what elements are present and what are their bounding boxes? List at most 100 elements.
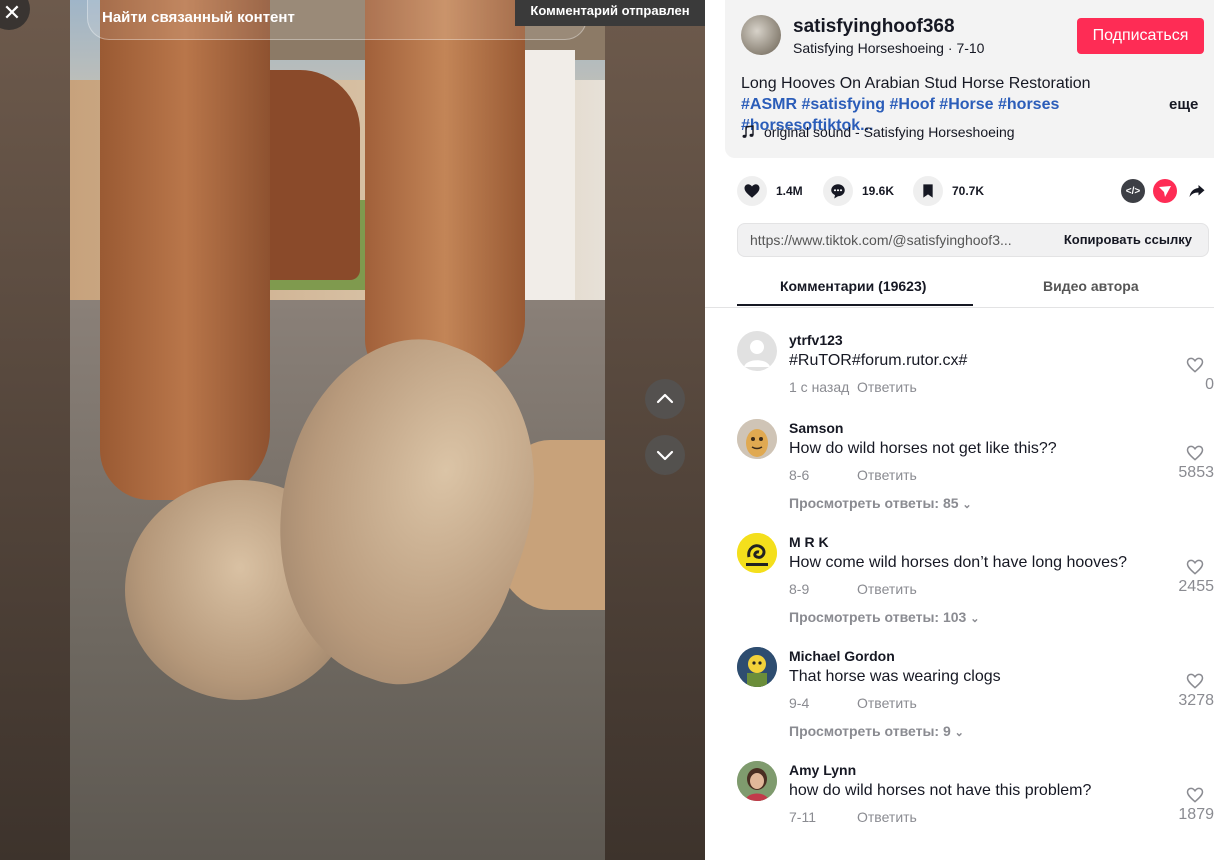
video-player[interactable]: Найти связанный контент ✕ Комментарий от…	[0, 0, 705, 860]
comment-text: #RuTOR#forum.rutor.cx#	[789, 352, 968, 369]
author-username[interactable]: satisfyinghoof368	[793, 16, 955, 38]
favorite-button[interactable]: 70.7K	[913, 176, 984, 206]
avatar[interactable]	[737, 419, 777, 459]
comment-date: 8-9	[789, 581, 810, 597]
video-url[interactable]: https://www.tiktok.com/@satisfyinghoof3.…	[750, 232, 1012, 248]
next-video-button[interactable]	[645, 435, 685, 475]
side-panel: satisfyinghoof368 Satisfying Horseshoein…	[705, 0, 1214, 860]
comment-date: 1 с назад	[789, 379, 850, 395]
favorite-count: 70.7K	[952, 184, 985, 198]
related-search-placeholder: Найти связанный контент	[102, 9, 295, 26]
comment-date: 7-11	[789, 809, 816, 825]
close-icon: ✕	[2, 0, 22, 25]
related-search-input[interactable]: Найти связанный контент	[87, 0, 587, 40]
view-replies-label: Просмотреть ответы: 103	[789, 609, 967, 625]
tab-author-videos[interactable]: Видео автора	[1043, 278, 1139, 294]
send-to-friend-button[interactable]	[1153, 179, 1177, 203]
comment-tabs: Комментарии (19623) Видео автора	[705, 266, 1214, 308]
copy-link-box: https://www.tiktok.com/@satisfyinghoof3.…	[737, 223, 1209, 257]
avatar[interactable]	[737, 533, 777, 573]
comment-button[interactable]: 19.6K	[823, 176, 894, 206]
music-note-icon	[742, 125, 754, 138]
sound-name: original sound - Satisfying Horseshoeing	[764, 124, 1015, 140]
reply-button[interactable]: Ответить	[857, 379, 917, 395]
video-horse-leg-left	[100, 0, 270, 500]
author-meta: Satisfying Horseshoeing · 7-10	[793, 40, 984, 56]
view-replies-button[interactable]: Просмотреть ответы: 85 ⌄	[789, 495, 972, 511]
hashtag-link[interactable]: #satisfying	[801, 96, 885, 113]
chevron-down-icon	[656, 450, 674, 461]
hashtag-link[interactable]: #ASMR	[741, 96, 797, 113]
heart-outline-icon[interactable]	[1185, 671, 1205, 691]
like-count: 1.4M	[776, 184, 803, 198]
more-button[interactable]: еще	[1169, 96, 1198, 113]
tab-comments[interactable]: Комментарии (19623)	[780, 278, 926, 294]
paper-plane-icon	[1159, 186, 1171, 197]
code-icon: </>	[1125, 185, 1141, 197]
view-replies-label: Просмотреть ответы: 9	[789, 723, 951, 739]
author-avatar[interactable]	[741, 15, 781, 55]
comment-like-count: 3278	[1178, 692, 1214, 709]
copy-link-button[interactable]: Копировать ссылку	[1064, 232, 1192, 247]
sound-link[interactable]: original sound - Satisfying Horseshoeing	[741, 124, 1015, 140]
hashtag-link[interactable]: #Hoof	[890, 96, 935, 113]
reply-button[interactable]: Ответить	[857, 467, 917, 483]
chevron-down-icon: ⌄	[970, 613, 980, 625]
comment-date: 8-6	[789, 467, 810, 483]
comment-text: How come wild horses don’t have long hoo…	[789, 554, 1127, 571]
comment-item: Amy Lynn how do wild horses not have thi…	[705, 761, 1214, 860]
avatar[interactable]	[737, 761, 777, 801]
reply-button[interactable]: Ответить	[857, 809, 917, 825]
comment-date: 9-4	[789, 695, 810, 711]
close-button[interactable]: ✕	[0, 0, 30, 30]
like-button[interactable]: 1.4M	[737, 176, 803, 206]
follow-button[interactable]: Подписаться	[1077, 18, 1204, 54]
previous-video-button[interactable]	[645, 379, 685, 419]
chevron-down-icon: ⌄	[954, 727, 964, 739]
heart-outline-icon[interactable]	[1185, 557, 1205, 577]
active-tab-indicator	[737, 304, 973, 306]
comment-like-count: 1879	[1178, 806, 1214, 823]
view-replies-button[interactable]: Просмотреть ответы: 103 ⌄	[789, 609, 979, 625]
chevron-down-icon: ⌄	[962, 499, 972, 511]
comment-username[interactable]: Michael Gordon	[789, 648, 895, 664]
bookmark-icon	[913, 176, 943, 206]
description-text: Long Hooves On Arabian Stud Horse Restor…	[741, 75, 1091, 92]
chevron-up-icon	[656, 393, 674, 404]
comment-text: How do wild horses not get like this??	[789, 440, 1057, 457]
comment-icon	[823, 176, 853, 206]
heart-outline-icon[interactable]	[1185, 355, 1205, 375]
comment-like-count: 5853	[1178, 464, 1214, 481]
share-arrow-icon	[1189, 185, 1205, 197]
comment-username[interactable]: Amy Lynn	[789, 762, 856, 778]
comment-like-count: 2455	[1178, 578, 1214, 595]
view-replies-button[interactable]: Просмотреть ответы: 9 ⌄	[789, 723, 964, 739]
view-replies-label: Просмотреть ответы: 85	[789, 495, 959, 511]
post-date: 7-10	[956, 40, 985, 56]
reply-button[interactable]: Ответить	[857, 695, 917, 711]
comment-username[interactable]: M R K	[789, 534, 829, 550]
comment-item: Samson How do wild horses not get like t…	[705, 419, 1214, 533]
reply-button[interactable]: Ответить	[857, 581, 917, 597]
video-frame[interactable]	[70, 0, 605, 860]
comment-username[interactable]: ytrfv123	[789, 332, 843, 348]
video-post	[520, 50, 575, 330]
comment-count: 19.6K	[862, 184, 895, 198]
comment-username[interactable]: Samson	[789, 420, 843, 436]
heart-icon	[737, 176, 767, 206]
hashtag-link[interactable]: #Horse	[939, 96, 993, 113]
comment-text: That horse was wearing clogs	[789, 668, 1001, 685]
comment-sent-toast: Комментарий отправлен	[515, 0, 705, 26]
video-horse-leg-right	[365, 0, 525, 380]
hashtag-link[interactable]: #horses	[998, 96, 1059, 113]
comment-item: Michael Gordon That horse was wearing cl…	[705, 647, 1214, 761]
share-button[interactable]	[1185, 179, 1209, 203]
heart-outline-icon[interactable]	[1185, 785, 1205, 805]
avatar[interactable]	[737, 331, 777, 371]
author-display-name: Satisfying Horseshoeing	[793, 40, 944, 56]
comment-item: M R K How come wild horses don’t have lo…	[705, 533, 1214, 647]
avatar[interactable]	[737, 647, 777, 687]
heart-outline-icon[interactable]	[1185, 443, 1205, 463]
comment-text: how do wild horses not have this problem…	[789, 782, 1092, 799]
embed-button[interactable]: </>	[1121, 179, 1145, 203]
